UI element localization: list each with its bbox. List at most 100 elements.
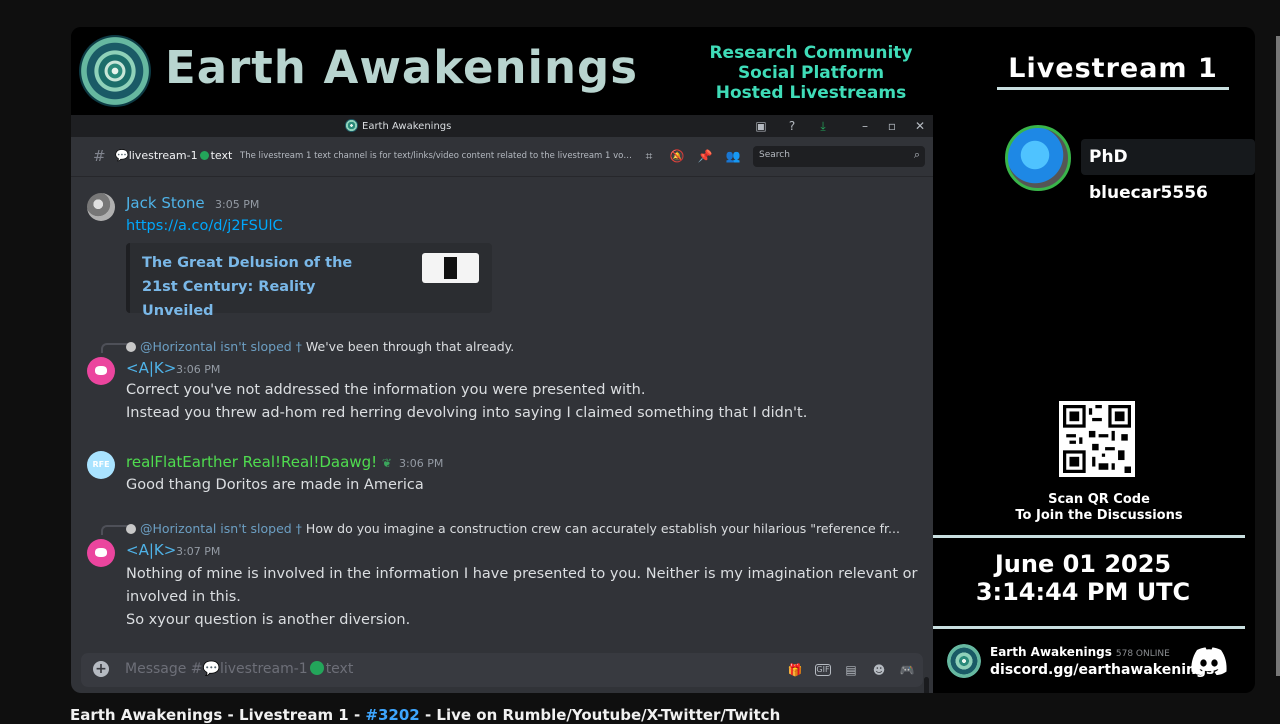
hash-icon: #	[93, 147, 106, 165]
composer-channel: 💬livestream-1	[202, 661, 308, 677]
attach-plus-icon[interactable]: +	[93, 661, 109, 677]
earth-awakenings-logo	[79, 35, 151, 107]
reply-spine	[101, 343, 129, 353]
avatar[interactable]	[87, 357, 115, 385]
stream-frame: Earth Awakenings Research Community Soci…	[71, 27, 1255, 693]
message-author[interactable]: Jack Stone	[126, 194, 205, 212]
message-text: involved in this.	[126, 589, 241, 605]
reply-author: @Horizontal isn't sloped †	[140, 339, 302, 354]
divider	[933, 535, 1245, 538]
message-text: Nothing of mine is involved in the infor…	[126, 566, 918, 582]
sticker-icon[interactable]: ▤	[843, 662, 859, 678]
datetime: June 01 2025 3:14:44 PM UTC	[933, 550, 1233, 606]
avatar[interactable]: RFE	[87, 451, 115, 479]
caption-suffix: - Live on Rumble/Youtube/X-Twitter/Twitc…	[419, 706, 781, 724]
reply-author: @Horizontal isn't sloped †	[140, 521, 302, 536]
author-name: realFlatEarther Real!Real!Daawg!	[126, 453, 378, 471]
avatar[interactable]	[87, 193, 115, 221]
server-icon	[947, 644, 981, 678]
message-time: 3:07 PM	[176, 545, 221, 558]
banner: Earth Awakenings Research Community Soci…	[71, 27, 933, 115]
livestream-title: Livestream 1	[1008, 53, 1218, 84]
window-title: Earth Awakenings	[345, 119, 451, 132]
search-input[interactable]: Search ⌕	[753, 146, 925, 167]
online-count: 578 ONLINE	[1115, 649, 1170, 659]
reply-avatar	[126, 342, 136, 352]
mute-icon[interactable]: 🔕	[669, 149, 685, 165]
tagline: Research Community Social Platform Hoste…	[691, 43, 931, 103]
title-underline	[997, 87, 1229, 90]
minimize-icon[interactable]: –	[857, 118, 873, 134]
discord-logo-icon	[1191, 647, 1227, 675]
page-scrollbar[interactable]	[1276, 36, 1280, 676]
composer-suffix: text	[325, 661, 354, 677]
message-composer[interactable]: + Message #💬livestream-1 text 🎁 GIF ▤ ☻ 🎮	[81, 653, 923, 687]
search-placeholder: Search	[759, 150, 790, 160]
time-text: 3:14:44 PM UTC	[975, 578, 1191, 606]
qr-caption-line: Scan QR Code	[1048, 492, 1150, 507]
invite-link[interactable]: discord.gg/earthawakenings	[990, 662, 1214, 678]
maximize-icon[interactable]: ▫	[884, 118, 900, 134]
discord-window: Earth Awakenings ▣ ? ⤓ – ▫ ✕ # 💬livestre…	[71, 115, 933, 693]
link-embed[interactable]: The Great Delusion of the 21st Century: …	[126, 243, 492, 319]
reply-text: How do you imagine a construction crew c…	[305, 521, 900, 536]
message-time: 3:06 PM	[176, 363, 221, 376]
green-dot-icon	[309, 661, 324, 675]
help-icon[interactable]: ?	[784, 118, 800, 134]
host-avatar	[1005, 125, 1071, 191]
date-text: June 01 2025	[994, 550, 1172, 578]
video-title: Earth Awakenings - Livestream 1 - #3202 …	[70, 706, 780, 724]
qr-code[interactable]	[1059, 401, 1135, 477]
reply-preview[interactable]: @Horizontal isn't sloped † We've been th…	[126, 339, 514, 354]
composer-prefix: Message #	[125, 661, 203, 677]
apps-icon[interactable]: 🎮	[899, 662, 915, 678]
inbox-icon[interactable]: ▣	[753, 118, 769, 134]
message-text: So xyour question is another diversion.	[126, 612, 411, 628]
brand-title: Earth Awakenings	[165, 41, 639, 94]
message-time: 3:06 PM	[399, 457, 444, 470]
message-list: Jack Stone 3:05 PM https://a.co/d/j2FSUl…	[71, 177, 933, 693]
qr-code-graphic	[1063, 405, 1131, 473]
channel-prefix: 💬livestream-1	[115, 149, 198, 162]
window-titlebar: Earth Awakenings ▣ ? ⤓ – ▫ ✕	[71, 115, 933, 137]
scrollbar[interactable]	[924, 677, 929, 693]
message-author[interactable]: <A|K>	[126, 541, 176, 559]
channel-header: # 💬livestream-1 text The livestream 1 tex…	[71, 137, 933, 177]
footer-server-name: Earth Awakenings	[990, 645, 1112, 659]
avatar[interactable]	[87, 539, 115, 567]
footer-server: Earth Awakenings 578 ONLINE	[990, 645, 1170, 659]
channel-name: 💬livestream-1 text	[115, 149, 232, 162]
message-author[interactable]: <A|K>	[126, 359, 176, 377]
members-icon[interactable]: 👥	[725, 149, 741, 165]
emoji-icon[interactable]: ☻	[871, 662, 887, 678]
qr-caption-line: To Join the Discussions	[1015, 508, 1183, 523]
message-text: Correct you've not addressed the informa…	[126, 382, 646, 398]
tagline-line: Social Platform	[737, 63, 885, 83]
tagline-line: Hosted Livestreams	[715, 83, 907, 103]
reply-avatar	[126, 524, 136, 534]
channel-topic[interactable]: The livestream 1 text channel is for tex…	[240, 151, 632, 161]
gift-icon[interactable]: 🎁	[787, 662, 803, 678]
tagline-line: Research Community	[709, 43, 913, 63]
embed-title[interactable]: The Great Delusion of the 21st Century: …	[142, 251, 382, 323]
window-title-text: Earth Awakenings	[362, 121, 452, 132]
search-icon: ⌕	[913, 148, 920, 161]
reply-preview[interactable]: @Horizontal isn't sloped † How do you im…	[126, 521, 900, 536]
reply-text: We've been through that already.	[305, 339, 515, 354]
caption-prefix: Earth Awakenings - Livestream 1 -	[70, 706, 366, 724]
message-text: Good thang Doritos are made in America	[126, 477, 424, 493]
channel-suffix: text	[210, 149, 233, 162]
server-icon	[345, 119, 358, 132]
message-author[interactable]: realFlatEarther Real!Real!Daawg! ❦	[126, 453, 392, 471]
qr-caption: Scan QR Code To Join the Discussions	[971, 492, 1227, 524]
download-icon[interactable]: ⤓	[815, 118, 831, 134]
gif-icon[interactable]: GIF	[815, 664, 831, 676]
message-link[interactable]: https://a.co/d/j2FSUlC	[126, 215, 283, 238]
close-icon[interactable]: ✕	[912, 118, 928, 134]
embed-thumbnail[interactable]	[422, 253, 479, 283]
hashtag-link[interactable]: #3202	[365, 706, 419, 724]
green-dot-icon	[199, 151, 209, 160]
threads-icon[interactable]: ⌗	[641, 149, 657, 165]
pin-icon[interactable]: 📌	[697, 149, 713, 165]
divider	[933, 626, 1245, 629]
